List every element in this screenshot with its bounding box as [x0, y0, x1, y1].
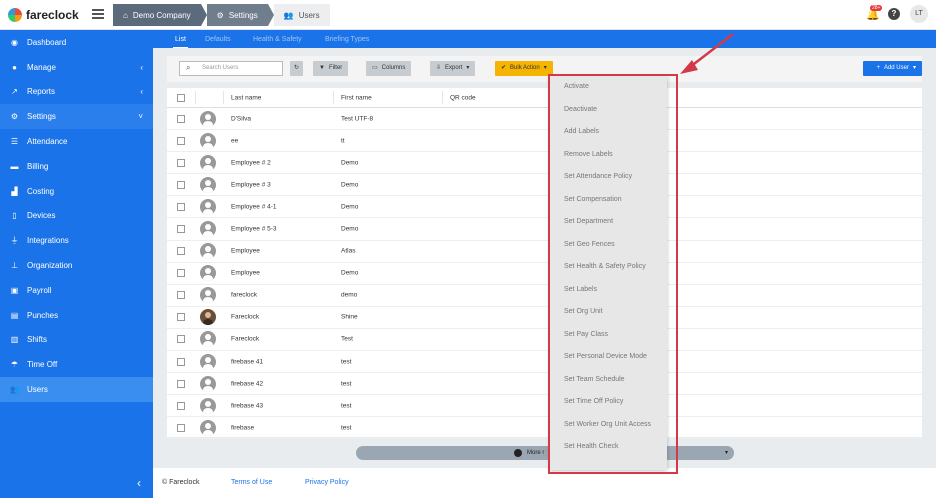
annotation-arrow — [680, 33, 734, 74]
